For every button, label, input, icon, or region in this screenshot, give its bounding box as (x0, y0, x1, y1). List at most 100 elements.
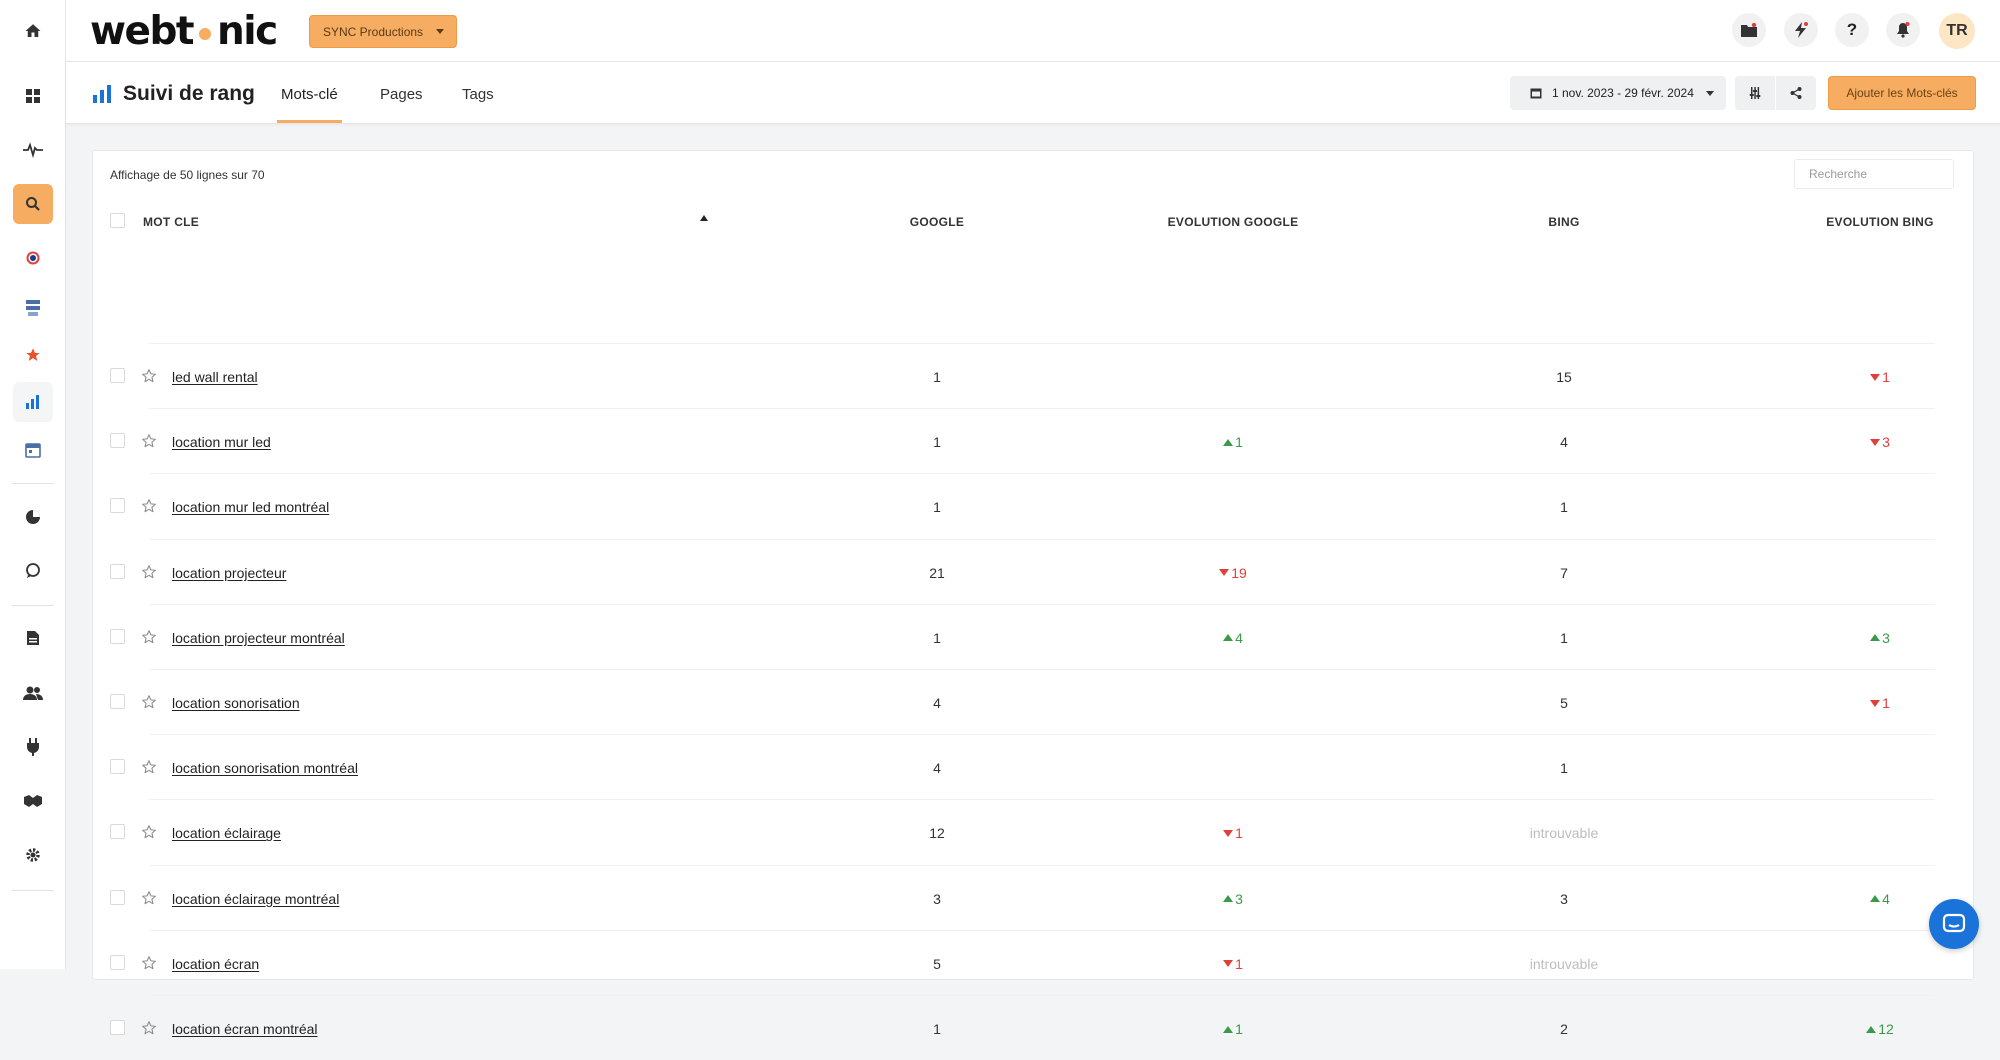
select-all-checkbox[interactable] (110, 213, 125, 228)
sub-header: Suivi de rang Mots-clé Pages Tags 1 nov.… (66, 62, 2000, 124)
column-header-evolution-google[interactable]: EVOLUTION GOOGLE (1118, 215, 1348, 229)
rank-evolution-down: 1 (1173, 825, 1293, 841)
keywords-table-card: Affichage de 50 lignes sur 70 MOT CLE GO… (92, 150, 1974, 1037)
favorite-star-icon[interactable] (141, 1020, 157, 1036)
tab-tags[interactable]: Tags (462, 86, 494, 103)
column-header-evolution-bing[interactable]: EVOLUTION BING (1765, 215, 1995, 229)
rank-evolution-up: 3 (1820, 630, 1940, 646)
date-range-picker[interactable]: 1 nov. 2023 - 29 févr. 2024 (1510, 76, 1726, 110)
video-folder-icon[interactable] (1732, 13, 1766, 47)
row-checkbox[interactable] (110, 954, 125, 970)
keyword-link[interactable]: location mur led montréal (172, 499, 329, 515)
rank-chart-icon[interactable] (13, 382, 53, 422)
favorite-star-icon[interactable] (141, 955, 157, 971)
keyword-link[interactable]: led wall rental (172, 369, 258, 385)
keyword-link[interactable]: location projecteur (172, 565, 286, 581)
chat-launcher-button[interactable] (1929, 899, 1979, 949)
arrow-down-icon (1870, 373, 1881, 381)
rows-count-label: Affichage de 50 lignes sur 70 (110, 168, 265, 182)
rank-evolution-down: 1 (1820, 369, 1940, 385)
arrow-up-icon (1870, 895, 1881, 903)
users-icon[interactable] (13, 673, 53, 713)
column-header-google[interactable]: GOOGLE (877, 215, 997, 229)
row-checkbox[interactable] (110, 498, 125, 514)
arrow-up-icon (1223, 438, 1234, 446)
document-icon[interactable] (13, 618, 53, 658)
row-checkbox[interactable] (110, 628, 125, 644)
rank-evolution-value: 1 (1882, 695, 1890, 711)
bing-rank: 15 (1556, 369, 1572, 385)
rank-evolution-value: 3 (1882, 434, 1890, 451)
column-header-bing[interactable]: BING (1504, 215, 1624, 229)
keyword-link[interactable]: location projecteur montréal (172, 630, 345, 646)
arrow-down-icon (1870, 699, 1881, 707)
favorite-star-icon[interactable] (141, 368, 157, 384)
add-keywords-button[interactable]: Ajouter les Mots-clés (1828, 76, 1976, 110)
keyword-link[interactable]: location écran montréal (172, 1021, 318, 1037)
table-row: location écran 5 1 introuvable (93, 929, 1973, 995)
gear-icon[interactable] (13, 835, 53, 875)
column-header-keyword[interactable]: MOT CLE (143, 215, 199, 229)
keyword-link[interactable]: location mur led (172, 434, 271, 450)
favorite-star-icon[interactable] (141, 433, 157, 449)
favorite-star-icon[interactable] (141, 890, 157, 906)
row-checkbox[interactable] (110, 694, 125, 709)
favorite-star-icon[interactable] (141, 629, 157, 645)
keyword-link[interactable]: location sonorisation (172, 695, 300, 711)
home-icon[interactable] (13, 11, 53, 51)
help-icon[interactable]: ? (1835, 13, 1869, 47)
row-checkbox[interactable] (110, 563, 125, 579)
bing-rank: 7 (1560, 564, 1568, 581)
share-button[interactable] (1776, 76, 1816, 110)
google-rank: 5 (933, 955, 941, 972)
filter-settings-button[interactable] (1735, 76, 1775, 110)
keyword-link[interactable]: location éclairage montréal (172, 891, 339, 907)
favorite-star-icon[interactable] (141, 824, 157, 840)
star-icon[interactable] (13, 335, 53, 375)
row-checkbox[interactable] (110, 824, 125, 840)
table-row: location écran montréal 1 1 2 12 (93, 995, 1973, 1060)
bing-rank: 1 (1560, 760, 1568, 777)
row-checkbox[interactable] (110, 1020, 125, 1035)
lightning-icon[interactable] (1784, 13, 1818, 47)
google-rank: 1 (933, 499, 941, 516)
bing-rank: 1 (1560, 499, 1568, 516)
favorite-star-icon[interactable] (141, 694, 157, 710)
search-icon[interactable] (13, 184, 53, 224)
dashboard-grid-icon[interactable] (13, 76, 53, 116)
activity-pulse-icon[interactable] (13, 130, 53, 170)
chat-bubble-icon[interactable] (13, 551, 53, 591)
rank-evolution-value: 4 (1235, 629, 1243, 646)
rank-evolution-value: 1 (1235, 955, 1243, 972)
chevron-down-icon (436, 29, 444, 34)
favorite-star-icon[interactable] (141, 498, 157, 514)
sort-ascending-icon[interactable] (700, 215, 708, 221)
calendar-icon[interactable] (13, 430, 53, 470)
row-checkbox[interactable] (110, 759, 125, 775)
server-icon[interactable] (13, 288, 53, 328)
favorite-star-icon[interactable] (141, 759, 157, 775)
avatar[interactable]: TR (1939, 13, 1975, 49)
project-selector[interactable]: SYNC Productions (309, 15, 457, 48)
rank-evolution-down: 1 (1173, 956, 1293, 972)
handshake-icon[interactable] (13, 781, 53, 821)
google-rank: 1 (933, 369, 941, 385)
target-icon[interactable] (13, 238, 53, 278)
row-checkbox[interactable] (110, 433, 125, 449)
keyword-link[interactable]: location éclairage (172, 825, 281, 841)
keyword-link[interactable]: location sonorisation montréal (172, 760, 358, 776)
search-input[interactable] (1794, 159, 1954, 189)
row-checkbox[interactable] (110, 889, 125, 905)
favorite-star-icon[interactable] (141, 564, 157, 580)
rank-evolution-value: 19 (1231, 564, 1247, 581)
table-row: location sonorisation 4 5 1 (93, 669, 1973, 734)
plug-icon[interactable] (13, 727, 53, 767)
rank-tracking-icon (93, 85, 111, 103)
tab-keywords[interactable]: Mots-clé (281, 86, 338, 103)
row-checkbox[interactable] (110, 368, 125, 383)
pie-chart-icon[interactable] (13, 497, 53, 537)
bell-icon[interactable] (1886, 13, 1920, 47)
keyword-link[interactable]: location écran (172, 956, 259, 972)
tab-pages[interactable]: Pages (380, 86, 423, 103)
table-row: location sonorisation montréal 4 1 (93, 734, 1973, 799)
